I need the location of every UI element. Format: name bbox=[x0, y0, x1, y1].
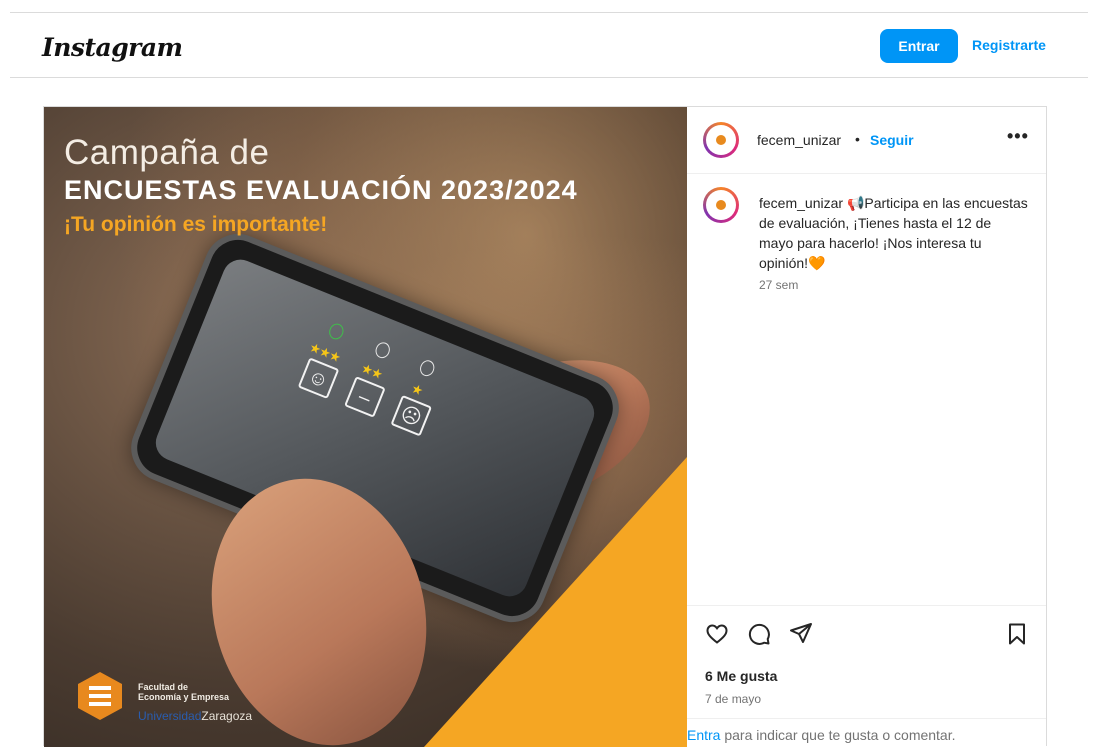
caption-username[interactable]: fecem_unizar bbox=[759, 195, 843, 211]
like-count[interactable]: 6 Me gusta bbox=[705, 668, 777, 684]
one-star-icon: ★ bbox=[409, 380, 425, 399]
faculty-logo-icon bbox=[78, 672, 122, 720]
post-header: fecem_unizar • Seguir ••• bbox=[687, 107, 1046, 174]
post-sidebar: fecem_unizar • Seguir ••• fecem_unizar 📢… bbox=[687, 107, 1046, 747]
post-caption: fecem_unizar 📢Participa en las encuestas… bbox=[759, 193, 1029, 273]
sad-face-icon: ☹ bbox=[390, 394, 433, 437]
instagram-logo[interactable]: Instagram bbox=[42, 33, 183, 62]
image-title-line-1: Campaña de bbox=[64, 133, 270, 172]
heart-icon[interactable] bbox=[705, 622, 729, 646]
caption-avatar[interactable] bbox=[703, 187, 739, 223]
faculty-line-1: Facultad de bbox=[138, 682, 189, 692]
post-username[interactable]: fecem_unizar bbox=[757, 132, 841, 148]
rating-circle-icon bbox=[326, 321, 346, 342]
bookmark-icon[interactable] bbox=[1005, 622, 1029, 646]
neutral-face-icon: – bbox=[344, 376, 386, 418]
post-actions: 6 Me gusta 7 de mayo bbox=[687, 605, 1046, 718]
image-title-line-2: ENCUESTAS EVALUACIÓN 2023/2024 bbox=[64, 175, 578, 205]
signup-link[interactable]: Registrarte bbox=[972, 37, 1046, 53]
send-icon[interactable] bbox=[789, 621, 813, 645]
post-card: ★★★ ★★ ★ ☺ – ☹ Campaña de ENCUESTAS EVAL… bbox=[43, 106, 1047, 747]
login-prompt-text: Entra para indicar que te gusta o coment… bbox=[687, 727, 956, 743]
university-rest-text: Zaragoza bbox=[201, 709, 253, 723]
login-button[interactable]: Entrar bbox=[880, 29, 958, 63]
caption-age: 27 sem bbox=[759, 278, 799, 292]
avatar-inner bbox=[706, 190, 736, 220]
login-prompt: Entra para indicar que te gusta o coment… bbox=[687, 718, 1046, 749]
yellow-corner-shape bbox=[424, 457, 687, 747]
post-date: 7 de mayo bbox=[705, 692, 762, 706]
avatar-inner bbox=[706, 125, 736, 155]
faculty-line-2: Economía y Empresa bbox=[138, 692, 230, 702]
university-name: UniversidadZaragoza bbox=[138, 709, 252, 723]
faculty-name: Facultad de Economía y Empresa bbox=[138, 682, 229, 702]
login-prompt-rest: para indicar que te gusta o comentar. bbox=[720, 727, 956, 743]
more-options-icon[interactable]: ••• bbox=[1007, 126, 1029, 147]
separator-dot: • bbox=[855, 131, 860, 147]
post-image[interactable]: ★★★ ★★ ★ ☺ – ☹ Campaña de ENCUESTAS EVAL… bbox=[44, 107, 687, 747]
login-link[interactable]: Entra bbox=[687, 727, 720, 743]
rating-circle-icon bbox=[373, 340, 393, 361]
rating-circle-icon bbox=[417, 358, 437, 379]
follow-button[interactable]: Seguir bbox=[870, 132, 914, 148]
comment-icon[interactable] bbox=[747, 622, 771, 646]
avatar-logo-icon bbox=[716, 200, 726, 210]
avatar[interactable] bbox=[703, 122, 739, 158]
university-blue-text: Universidad bbox=[138, 709, 202, 723]
image-title-line-3: ¡Tu opinión es importante! bbox=[64, 213, 328, 236]
avatar-logo-icon bbox=[716, 135, 726, 145]
top-header: Instagram Entrar Registrarte bbox=[10, 13, 1088, 78]
